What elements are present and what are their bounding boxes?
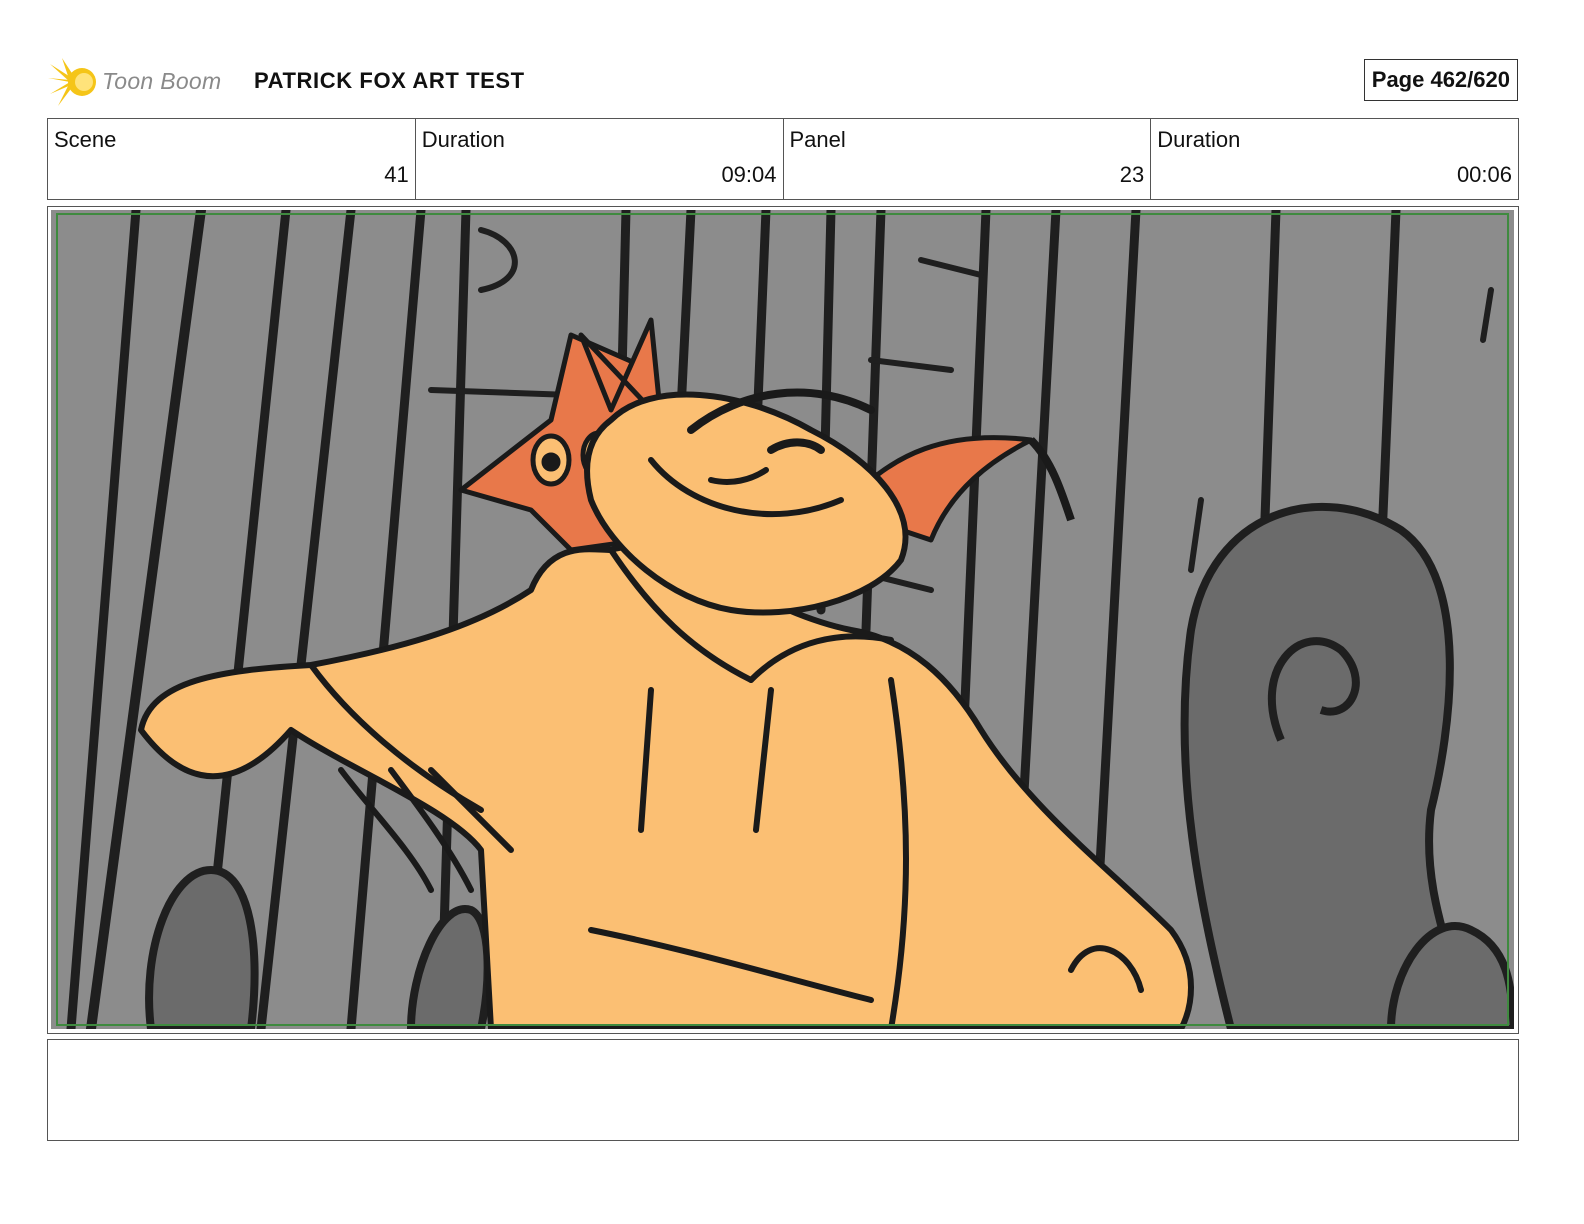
scene-label: Scene	[54, 127, 117, 152]
panel-value: 23	[1119, 162, 1145, 187]
starburst-icon	[48, 58, 96, 106]
panel-duration-label: Duration	[1157, 127, 1241, 152]
scene-duration-value: 09:04	[721, 162, 777, 187]
panel-duration-cell: Duration 00:06	[1151, 119, 1518, 199]
page-indicator: Page 462/620	[1363, 59, 1518, 101]
toon-boom-logo: Toon Boom	[48, 56, 240, 108]
panel-label: Panel	[789, 127, 846, 152]
scene-value: 41	[384, 162, 409, 187]
panel-drawing	[51, 210, 1514, 1029]
storyboard-panel	[47, 206, 1519, 1034]
panel-duration-value: 00:06	[1456, 162, 1512, 187]
panel-info-table: Scene 41 Duration 09:04 Panel 23 Duratio…	[47, 118, 1519, 200]
scene-duration-label: Duration	[421, 127, 505, 152]
page-header: Toon Boom PATRICK FOX ART TEST Page 462/…	[48, 52, 1520, 112]
scene-duration-cell: Duration 09:04	[416, 119, 784, 199]
project-title: PATRICK FOX ART TEST	[254, 68, 525, 93]
logo-text: Toon Boom	[102, 68, 222, 94]
scene-cell: Scene 41	[48, 119, 416, 199]
panel-cell: Panel 23	[784, 119, 1152, 199]
panel-notes	[47, 1039, 1519, 1141]
